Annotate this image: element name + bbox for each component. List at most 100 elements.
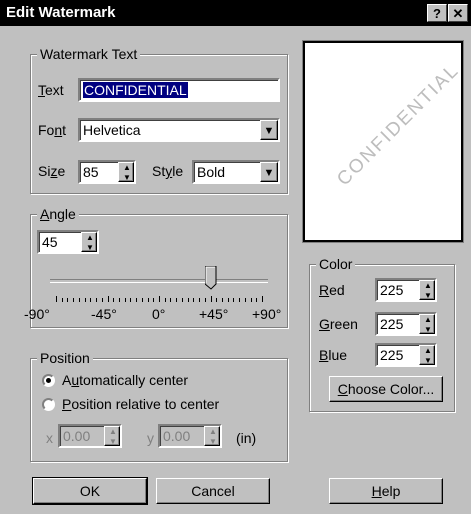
- choose-color-button[interactable]: Choose Color...: [329, 376, 443, 402]
- watermark-preview: CONFIDENTIAL: [302, 40, 464, 243]
- slider-tick: [147, 298, 149, 302]
- slider-tick: [78, 298, 80, 302]
- spin-down-icon[interactable]: ▼: [420, 325, 436, 334]
- red-spin-buttons[interactable]: ▲ ▼: [419, 280, 435, 300]
- spin-up-icon[interactable]: ▲: [82, 233, 98, 242]
- angle-slider-track[interactable]: [50, 279, 268, 283]
- red-label: Red: [319, 282, 345, 298]
- size-spin-buttons[interactable]: ▲ ▼: [118, 162, 134, 182]
- style-label: Style: [152, 163, 184, 179]
- slider-tick: [216, 298, 218, 302]
- color-legend: Color: [316, 256, 356, 272]
- units-label: (in): [236, 430, 257, 446]
- y-spin-buttons[interactable]: ▲ ▼: [204, 426, 220, 446]
- slider-tick: [153, 298, 155, 302]
- slider-tick: [159, 296, 160, 302]
- slider-tick: [84, 298, 86, 302]
- slider-tick: [239, 298, 241, 302]
- slider-tick: [118, 298, 120, 302]
- text-input-value: CONFIDENTIAL: [83, 82, 188, 98]
- cancel-button[interactable]: Cancel: [156, 478, 270, 504]
- green-spinner[interactable]: 225 ▲ ▼: [375, 312, 437, 336]
- slider-tick: [193, 298, 195, 302]
- y-label: y: [147, 430, 154, 446]
- text-label: Text: [38, 82, 64, 98]
- spin-down-icon[interactable]: ▼: [205, 437, 221, 446]
- x-spin-buttons[interactable]: ▲ ▼: [104, 426, 120, 446]
- relative-position-label[interactable]: Position relative to center: [62, 396, 219, 412]
- auto-center-label[interactable]: Automatically center: [62, 372, 188, 388]
- help-button[interactable]: Help: [329, 478, 443, 504]
- auto-center-radio[interactable]: [42, 374, 55, 387]
- slider-tick: [227, 298, 229, 302]
- angle-spin-buttons[interactable]: ▲ ▼: [81, 232, 97, 252]
- green-value: 225: [380, 316, 404, 332]
- slider-tick: [176, 298, 178, 302]
- font-select[interactable]: Helvetica ▼: [78, 118, 280, 142]
- slider-tick: [90, 298, 92, 302]
- angle-legend: Angle: [37, 206, 79, 222]
- spin-down-icon[interactable]: ▼: [119, 173, 135, 182]
- spin-up-icon[interactable]: ▲: [420, 346, 436, 355]
- slider-tick: [262, 296, 263, 302]
- preview-watermark-text: CONFIDENTIAL: [333, 59, 464, 191]
- size-spinner[interactable]: 85 ▲ ▼: [78, 160, 136, 184]
- tick-label-pos45: +45°: [199, 306, 229, 322]
- red-value: 225: [380, 282, 404, 298]
- slider-tick: [56, 296, 57, 302]
- spin-up-icon[interactable]: ▲: [105, 427, 121, 436]
- blue-value: 225: [380, 347, 404, 363]
- slider-tick: [101, 298, 103, 302]
- slider-tick: [181, 298, 183, 302]
- slider-tick: [256, 298, 258, 302]
- style-select-value: Bold: [197, 164, 226, 180]
- angle-slider-thumb[interactable]: [204, 265, 217, 290]
- slider-tick: [170, 298, 172, 302]
- slider-tick: [67, 298, 69, 302]
- spin-up-icon[interactable]: ▲: [420, 315, 436, 324]
- slider-tick: [113, 298, 115, 302]
- spin-up-icon[interactable]: ▲: [119, 163, 135, 172]
- spin-down-icon[interactable]: ▼: [420, 291, 436, 300]
- green-spin-buttons[interactable]: ▲ ▼: [419, 314, 435, 334]
- watermark-text-legend: Watermark Text: [37, 46, 141, 62]
- angle-spinner[interactable]: 45 ▲ ▼: [37, 230, 99, 254]
- slider-tick: [210, 296, 212, 302]
- close-icon[interactable]: ✕: [448, 4, 468, 22]
- spin-up-icon[interactable]: ▲: [420, 281, 436, 290]
- position-legend: Position: [37, 350, 93, 366]
- text-input[interactable]: CONFIDENTIAL: [78, 78, 280, 102]
- x-spinner[interactable]: 0.00 ▲ ▼: [58, 424, 122, 448]
- radio-selected-dot: [46, 378, 51, 383]
- slider-tick: [61, 298, 63, 302]
- blue-spinner[interactable]: 225 ▲ ▼: [375, 343, 437, 367]
- slider-tick: [124, 298, 126, 302]
- slider-tick: [107, 296, 109, 302]
- red-spinner[interactable]: 225 ▲ ▼: [375, 278, 437, 302]
- spin-down-icon[interactable]: ▼: [105, 437, 121, 446]
- slider-tick: [136, 298, 138, 302]
- chevron-down-icon[interactable]: ▼: [260, 162, 278, 182]
- tick-label-neg90: -90°: [24, 306, 50, 322]
- font-select-value: Helvetica: [83, 122, 141, 138]
- slider-tick: [199, 298, 201, 302]
- y-value: 0.00: [163, 428, 191, 444]
- help-title-button[interactable]: ?: [427, 4, 447, 22]
- blue-label: Blue: [319, 347, 348, 363]
- green-label: Green: [319, 316, 358, 332]
- slider-tick: [204, 298, 206, 302]
- y-spinner[interactable]: 0.00 ▲ ▼: [158, 424, 222, 448]
- spin-down-icon[interactable]: ▼: [82, 243, 98, 252]
- tick-label-0: 0°: [152, 306, 166, 322]
- slider-tick: [164, 298, 166, 302]
- angle-value: 45: [42, 234, 58, 250]
- ok-button[interactable]: OK: [32, 477, 148, 505]
- spin-down-icon[interactable]: ▼: [420, 356, 436, 365]
- x-label: x: [46, 430, 53, 446]
- relative-position-radio[interactable]: [42, 398, 55, 411]
- spin-up-icon[interactable]: ▲: [205, 427, 221, 436]
- slider-tick: [130, 298, 132, 302]
- blue-spin-buttons[interactable]: ▲ ▼: [419, 345, 435, 365]
- chevron-down-icon[interactable]: ▼: [260, 120, 278, 140]
- style-select[interactable]: Bold ▼: [192, 160, 280, 184]
